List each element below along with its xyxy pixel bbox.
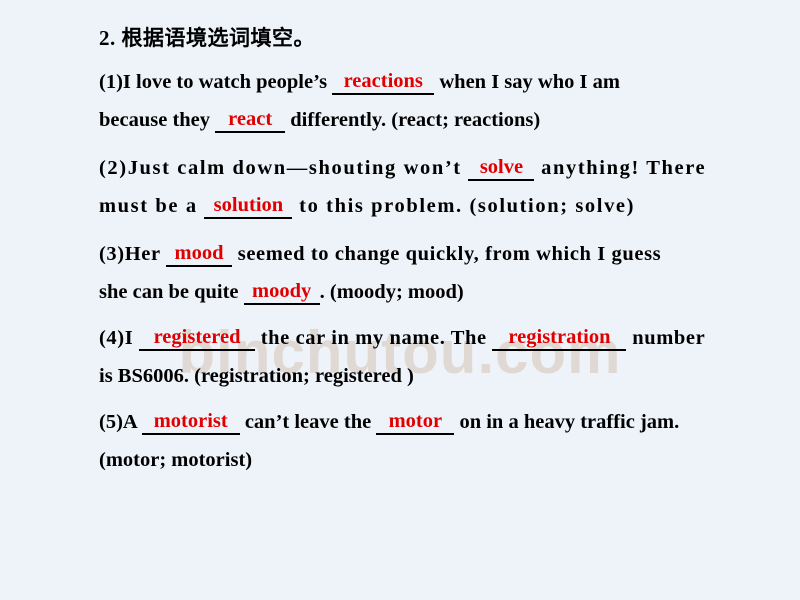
answer-blank-react: react — [215, 109, 286, 133]
answer-blank-moody: moody — [243, 281, 320, 305]
answer-blank-motorist: motorist — [141, 411, 240, 435]
text-run: (2)Just calm down—shouting won’t — [99, 157, 469, 179]
text-run: because they — [99, 109, 216, 131]
question-3-line-1: (3)Her mood seemed to change quickly, fr… — [99, 242, 662, 268]
text-run: (motor; motorist) — [99, 449, 253, 471]
answer-blank-mood: mood — [166, 242, 233, 267]
answer-blank-registered: registered — [139, 327, 256, 351]
text-run: to this problem. (solution; solve) — [292, 195, 636, 217]
text-run: (5)A — [99, 411, 142, 433]
question-1-line-2: because they react differently. (react; … — [99, 109, 541, 134]
text-run: can’t leave the — [239, 411, 377, 433]
text-run: when I say who I am — [434, 71, 620, 93]
text-run: is BS6006. (registration; registered ) — [99, 365, 414, 387]
question-2-line-2: must be a solution to this problem. (sol… — [99, 195, 636, 220]
text-run: the car in my name. The — [255, 327, 493, 349]
text-run: she can be quite — [99, 281, 244, 303]
question-5-line-2: (motor; motorist) — [99, 450, 252, 471]
text-run: . (moody; mood) — [319, 281, 464, 303]
answer-blank-solution: solution — [204, 195, 293, 219]
text-run: number — [626, 327, 706, 349]
text-run: (4)I — [99, 327, 140, 349]
text-run: (1)I love to watch people’s — [99, 71, 333, 93]
text-run: must be a — [99, 195, 205, 217]
question-4-line-2: is BS6006. (registration; registered ) — [99, 366, 414, 387]
text-run: differently. (react; reactions) — [285, 109, 541, 131]
question-2-line-1: (2)Just calm down—shouting won’t solve a… — [99, 157, 707, 182]
question-3-line-2: she can be quite moody. (moody; mood) — [99, 281, 464, 306]
text-run: seemed to change quickly, from which I g… — [232, 243, 662, 265]
page-title: 2. 根据语境选词填空。 — [99, 26, 315, 50]
answer-text: mood — [174, 242, 224, 264]
question-1-line-1: (1)I love to watch people’s reactions wh… — [99, 71, 620, 96]
text-run: on in a heavy traffic jam. — [454, 411, 680, 433]
answer-blank-reactions: reactions — [332, 71, 435, 95]
answer-blank-solve: solve — [468, 157, 535, 181]
answer-blank-registration: registration — [492, 327, 627, 351]
question-5-line-1: (5)A motorist can’t leave the motor on i… — [99, 411, 680, 436]
answer-blank-motor: motor — [376, 411, 455, 435]
text-run: anything! There — [534, 157, 707, 179]
text-run: (3)Her — [99, 243, 167, 265]
question-4-line-1: (4)I registered the car in my name. The … — [99, 327, 706, 352]
slide-canvas: binchutou.com 2. 根据语境选词填空。 (1)I love to … — [0, 0, 800, 600]
